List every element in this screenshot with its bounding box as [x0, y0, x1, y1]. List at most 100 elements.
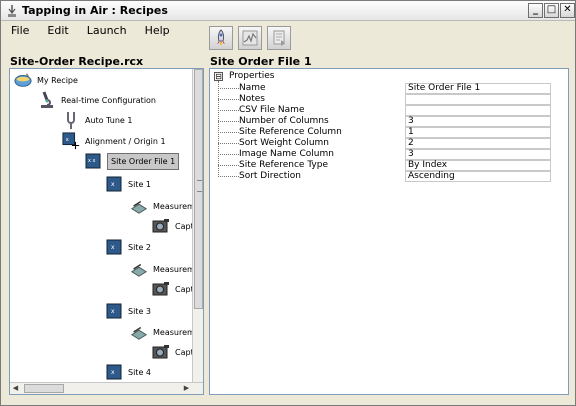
tree-node-label: Real-time Configuration: [61, 95, 157, 105]
tree-node-label: Site 1: [128, 179, 151, 189]
property-row-number-of-columns: Number of Columns 3: [218, 116, 568, 127]
toolbar: [209, 26, 291, 50]
tree-node-realtime-config[interactable]: Real-time Configuration: [38, 91, 156, 109]
recipe-tree[interactable]: My Recipe Real-time Configuration Auto T…: [9, 68, 204, 395]
tree-horizontal-scrollbar[interactable]: ◀ ▶: [10, 382, 203, 394]
tree-node-label: Capt: [175, 284, 194, 294]
properties-group-header[interactable]: ⊟ Properties: [214, 71, 274, 81]
tree-connector: [218, 110, 239, 111]
scroll-grip: [197, 180, 202, 192]
tree-node-label: My Recipe: [37, 75, 78, 85]
tree-vertical-scrollbar[interactable]: [192, 69, 203, 382]
property-name: Number of Columns: [239, 116, 329, 126]
svg-text:x: x: [66, 137, 69, 143]
property-row-sort-direction: Sort Direction Ascending: [218, 171, 568, 182]
property-name: Site Reference Type: [239, 160, 328, 170]
tree-node-auto-tune[interactable]: Auto Tune 1: [62, 111, 132, 129]
tree-node-label: Alignment / Origin 1: [85, 136, 166, 146]
minimize-button[interactable]: _: [528, 3, 543, 18]
vertical-scroll-thumb[interactable]: [194, 69, 203, 309]
horizontal-scroll-thumb[interactable]: [24, 384, 64, 393]
tree-node-site-2[interactable]: x Site 2: [105, 238, 151, 256]
camera-icon: [152, 217, 170, 235]
menu-help[interactable]: Help: [135, 22, 178, 39]
tree-node-label: Site 2: [128, 242, 151, 252]
property-row-sort-weight-column: Sort Weight Column 2: [218, 138, 568, 149]
launch-icon: [217, 29, 225, 46]
microscope-icon: [38, 91, 56, 109]
tree-connector: [218, 88, 239, 89]
window-title: Tapping in Air : Recipes: [22, 4, 168, 17]
site-icon: x: [105, 238, 123, 256]
property-value-field[interactable]: 3: [405, 116, 551, 127]
tree-connector: [218, 99, 239, 100]
tree-node-alignment[interactable]: x Alignment / Origin 1: [62, 132, 166, 150]
maximize-button[interactable]: □: [544, 3, 559, 18]
tree-node-label: Site 4: [128, 367, 151, 377]
site-icon: x: [105, 302, 123, 320]
tree-node-capture[interactable]: Capt: [152, 217, 194, 235]
menu-bar: File Edit Launch Help: [1, 22, 178, 39]
menu-file[interactable]: File: [1, 22, 37, 39]
property-row-site-reference-column: Site Reference Column 1: [218, 127, 568, 138]
property-value-field[interactable]: 3: [405, 149, 551, 160]
launch-button[interactable]: [209, 26, 233, 50]
tree-connector: [218, 121, 239, 122]
title-bar[interactable]: Tapping in Air : Recipes _ □ ✕: [1, 1, 575, 21]
selected-node-title: Site Order File 1: [210, 55, 312, 68]
scroll-left-arrow-icon[interactable]: ◀: [10, 383, 21, 394]
property-row-notes: Notes: [218, 94, 568, 105]
collapse-icon[interactable]: ⊟: [214, 71, 223, 81]
property-value-field[interactable]: Site Order File 1: [405, 83, 551, 94]
property-name: Name: [239, 83, 266, 93]
svg-text:x: x: [111, 308, 115, 315]
property-row-image-name-column: Image Name Column 3: [218, 149, 568, 160]
recipe-file-title: Site-Order Recipe.rcx: [10, 55, 144, 68]
property-value-field[interactable]: [405, 94, 551, 105]
tree-node-capture[interactable]: Capt: [152, 280, 194, 298]
chart-button[interactable]: [238, 26, 262, 50]
property-value-field[interactable]: 2: [405, 138, 551, 149]
tree-connector: [218, 176, 239, 177]
property-grid: ⊟ Properties Name Site Order File 1 Note…: [209, 68, 569, 395]
tree-node-my-recipe[interactable]: My Recipe: [14, 71, 78, 89]
property-name: Image Name Column: [239, 149, 334, 159]
tree-node-site-4[interactable]: x Site 4: [105, 363, 151, 381]
property-name: Sort Direction: [239, 171, 301, 181]
close-button[interactable]: ✕: [560, 3, 575, 18]
svg-text:x: x: [111, 244, 115, 251]
tree-connector: [218, 154, 239, 155]
export-icon: [273, 30, 285, 46]
app-icon: [8, 5, 16, 17]
property-value-field[interactable]: By Index: [405, 160, 551, 171]
property-name: CSV File Name: [239, 105, 305, 115]
tree-node-label: Capt: [175, 347, 194, 357]
tuning-fork-icon: [62, 111, 80, 129]
tree-connector: [218, 143, 239, 144]
property-value-field[interactable]: Ascending: [405, 171, 551, 182]
export-button[interactable]: [267, 26, 291, 50]
menu-edit[interactable]: Edit: [37, 22, 76, 39]
recipe-bowl-icon: [14, 71, 32, 89]
svg-text:x: x: [111, 369, 115, 376]
tree-node-site-3[interactable]: x Site 3: [105, 302, 151, 320]
tree-connector: [218, 132, 239, 133]
tree-connector: [218, 165, 239, 166]
app-window: Tapping in Air : Recipes _ □ ✕ File Edit…: [0, 0, 576, 406]
scroll-right-arrow-icon[interactable]: ▶: [181, 383, 192, 394]
property-value-field[interactable]: [405, 105, 551, 116]
svg-text:x x: x x: [88, 158, 96, 164]
tree-node-site-order-file[interactable]: x x Site Order File 1: [84, 152, 180, 170]
menu-launch[interactable]: Launch: [77, 22, 135, 39]
property-row-name: Name Site Order File 1: [218, 83, 568, 94]
property-name: Notes: [239, 94, 265, 104]
tree-node-site-1[interactable]: x Site 1: [105, 175, 151, 193]
svg-text:x: x: [111, 181, 115, 188]
property-row-csv-file: CSV File Name: [218, 105, 568, 116]
alignment-icon: x: [62, 132, 80, 150]
tree-node-capture[interactable]: Capt: [152, 343, 194, 361]
tree-node-label: Capt: [175, 221, 194, 231]
property-name: Sort Weight Column: [239, 138, 329, 148]
tree-node-label: Site Order File 1: [107, 152, 180, 170]
property-value-field[interactable]: 1: [405, 127, 551, 138]
